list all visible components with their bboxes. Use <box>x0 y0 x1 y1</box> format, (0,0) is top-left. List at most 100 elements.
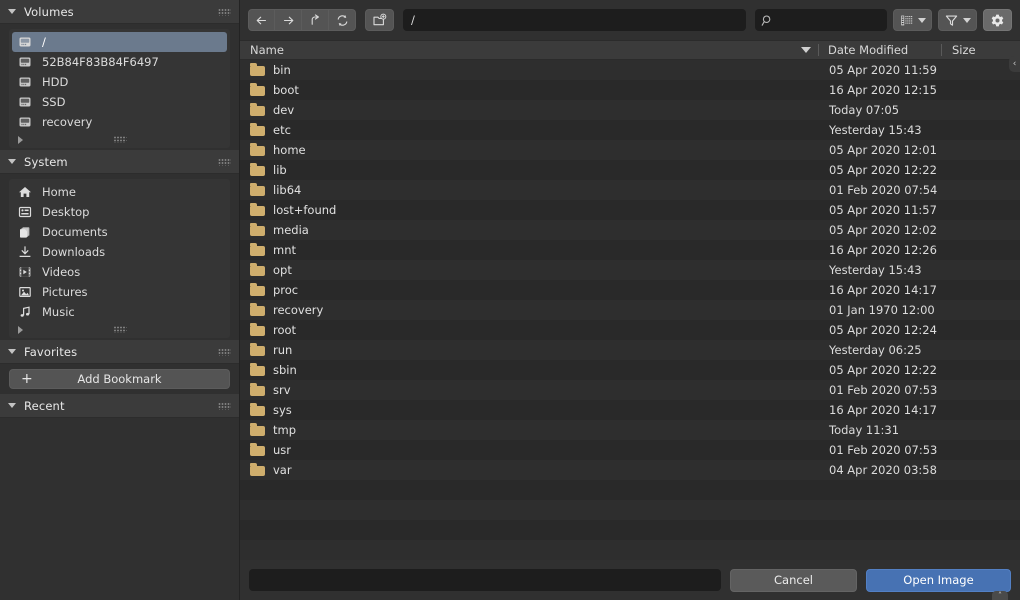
panel-title-favorites: Favorites <box>24 345 77 359</box>
table-row[interactable]: lib6401 Feb 2020 07:54 <box>240 180 1020 200</box>
table-row[interactable]: etcYesterday 15:43 <box>240 120 1020 140</box>
chevron-down-icon <box>918 18 926 23</box>
panel-header-favorites[interactable]: Favorites <box>0 340 239 364</box>
search-input[interactable] <box>755 9 887 31</box>
file-name-cell: proc <box>240 283 820 297</box>
system-list: Home Desktop Documents <box>9 179 230 338</box>
back-button[interactable] <box>248 9 275 31</box>
cancel-button[interactable]: Cancel <box>730 569 857 592</box>
sidebar-item-downloads[interactable]: Downloads <box>12 242 227 262</box>
volumes-list-footer <box>12 132 227 147</box>
table-row[interactable]: optYesterday 15:43 <box>240 260 1020 280</box>
panel-grip-icon[interactable] <box>218 8 231 15</box>
table-row[interactable]: root05 Apr 2020 12:24 <box>240 320 1020 340</box>
sort-indicator-icon[interactable] <box>801 47 811 53</box>
file-name: media <box>273 223 309 237</box>
panel-title-volumes: Volumes <box>24 5 74 19</box>
refresh-icon <box>335 13 350 28</box>
empty-row[interactable] <box>240 500 1020 520</box>
region-toggle-bottom-icon[interactable]: ˄ <box>992 591 1008 600</box>
empty-row[interactable] <box>240 520 1020 540</box>
resize-grip-icon[interactable] <box>113 326 126 333</box>
folder-icon <box>250 183 265 196</box>
file-name-cell: lib64 <box>240 183 820 197</box>
table-row[interactable]: tmpToday 11:31 <box>240 420 1020 440</box>
folder-icon <box>250 163 265 176</box>
file-name: mnt <box>273 243 296 257</box>
file-name: tmp <box>273 423 296 437</box>
file-name-cell: media <box>240 223 820 237</box>
file-list[interactable]: bin05 Apr 2020 11:59 boot16 Apr 2020 12:… <box>240 60 1020 560</box>
panel-grip-icon[interactable] <box>218 348 231 355</box>
table-row[interactable]: sbin05 Apr 2020 12:22 <box>240 360 1020 380</box>
sidebar-item-documents[interactable]: Documents <box>12 222 227 242</box>
sidebar-item-label: Documents <box>42 225 108 239</box>
table-row[interactable]: boot16 Apr 2020 12:15 <box>240 80 1020 100</box>
column-header-date-modified[interactable]: Date Modified <box>819 43 941 57</box>
table-row[interactable]: bin05 Apr 2020 11:59 <box>240 60 1020 80</box>
table-row[interactable]: srv01 Feb 2020 07:53 <box>240 380 1020 400</box>
display-mode-dropdown[interactable] <box>893 9 932 31</box>
sidebar-item-volume-ssd[interactable]: SSD <box>12 92 227 112</box>
empty-row[interactable] <box>240 480 1020 500</box>
settings-button[interactable] <box>983 9 1012 31</box>
new-folder-button[interactable] <box>365 9 394 31</box>
system-list-footer <box>12 322 227 337</box>
panel-header-system[interactable]: System <box>0 150 239 174</box>
column-header-name[interactable]: Name <box>240 43 801 57</box>
table-row[interactable]: var04 Apr 2020 03:58 <box>240 460 1020 480</box>
folder-icon <box>250 383 265 396</box>
filter-dropdown[interactable] <box>938 9 977 31</box>
triangle-right-icon[interactable] <box>18 326 23 334</box>
table-row[interactable]: devToday 07:05 <box>240 100 1020 120</box>
sidebar-item-videos[interactable]: Videos <box>12 262 227 282</box>
parent-directory-button[interactable] <box>302 9 329 31</box>
sidebar-item-home[interactable]: Home <box>12 182 227 202</box>
file-name: etc <box>273 123 291 137</box>
sidebar-item-desktop[interactable]: Desktop <box>12 202 227 222</box>
sidebar-item-volume-root[interactable]: / <box>12 32 227 52</box>
file-name-cell: lost+found <box>240 203 820 217</box>
table-row[interactable]: sys16 Apr 2020 14:17 <box>240 400 1020 420</box>
sidebar-item-volume-recovery[interactable]: recovery <box>12 112 227 132</box>
table-row[interactable]: usr01 Feb 2020 07:53 <box>240 440 1020 460</box>
image-icon <box>17 284 33 300</box>
sidebar-item-music[interactable]: Music <box>12 302 227 322</box>
sidebar-item-volume-hdd[interactable]: HDD <box>12 72 227 92</box>
file-date: 05 Apr 2020 12:02 <box>820 223 942 237</box>
disk-drive-icon <box>17 94 33 110</box>
add-bookmark-button[interactable]: + Add Bookmark <box>9 369 230 389</box>
file-name: home <box>273 143 306 157</box>
filename-input[interactable] <box>249 569 721 591</box>
panel-grip-icon[interactable] <box>218 158 231 165</box>
refresh-button[interactable] <box>329 9 356 31</box>
path-input[interactable]: / <box>403 9 746 31</box>
triangle-right-icon[interactable] <box>18 136 23 144</box>
search-icon <box>761 14 774 27</box>
sidebar-item-volume-52b84f83b84f6497[interactable]: 52B84F83B84F6497 <box>12 52 227 72</box>
region-toggle-right-icon[interactable]: ‹ <box>1009 56 1020 72</box>
table-row[interactable]: mnt16 Apr 2020 12:26 <box>240 240 1020 260</box>
forward-button[interactable] <box>275 9 302 31</box>
sidebar-item-label: HDD <box>42 75 68 89</box>
folder-icon <box>250 203 265 216</box>
table-row[interactable]: runYesterday 06:25 <box>240 340 1020 360</box>
table-row[interactable]: lib05 Apr 2020 12:22 <box>240 160 1020 180</box>
resize-grip-icon[interactable] <box>113 136 126 143</box>
table-row[interactable]: home05 Apr 2020 12:01 <box>240 140 1020 160</box>
folder-icon <box>250 123 265 136</box>
table-row[interactable]: lost+found05 Apr 2020 11:57 <box>240 200 1020 220</box>
main-area: / Name Da <box>240 0 1020 600</box>
empty-row[interactable] <box>240 540 1020 560</box>
panel-header-volumes[interactable]: Volumes <box>0 0 239 24</box>
table-row[interactable]: proc16 Apr 2020 14:17 <box>240 280 1020 300</box>
panel-header-recent[interactable]: Recent <box>0 394 239 418</box>
panel-grip-icon[interactable] <box>218 402 231 409</box>
column-header-size[interactable]: Size <box>942 43 1020 57</box>
table-row[interactable]: recovery01 Jan 1970 12:00 <box>240 300 1020 320</box>
open-image-button[interactable]: Open Image <box>866 569 1011 592</box>
table-row[interactable]: media 05 Apr 2020 12:02 <box>240 220 1020 240</box>
sidebar-item-pictures[interactable]: Pictures <box>12 282 227 302</box>
folder-icon <box>250 463 265 476</box>
file-name-cell: run <box>240 343 820 357</box>
